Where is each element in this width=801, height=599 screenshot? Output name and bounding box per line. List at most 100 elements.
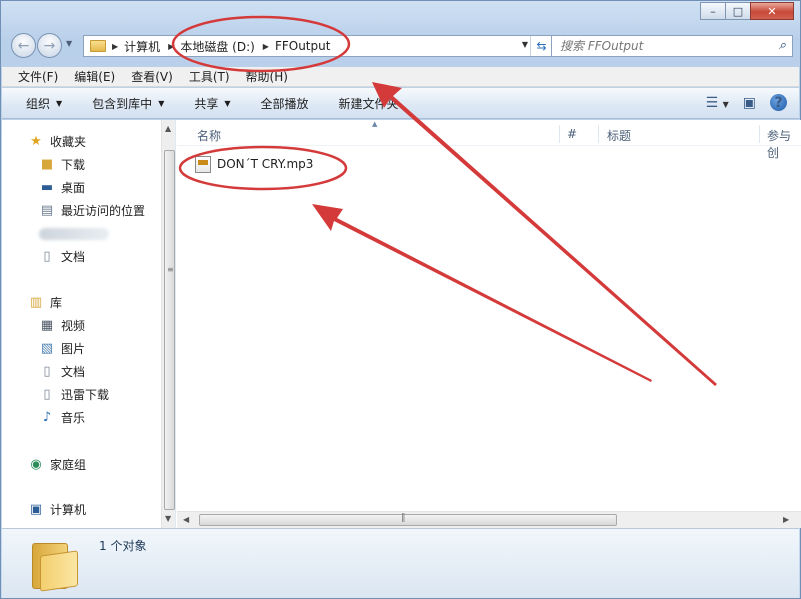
chevron-down-icon: ▼: [66, 39, 73, 48]
nav-libraries-label: 库: [50, 295, 63, 310]
nav-libraries[interactable]: ▥ 库: [28, 292, 62, 312]
organize-button[interactable]: 组织 ▼: [26, 95, 62, 112]
nav-favorites-label: 收藏夹: [50, 134, 87, 149]
refresh-icon: ⇆: [536, 39, 547, 53]
menu-help[interactable]: 帮助(H): [246, 68, 288, 85]
menu-view[interactable]: 查看(V): [131, 68, 173, 85]
chevron-right-icon[interactable]: ▶: [168, 42, 174, 51]
nav-documents[interactable]: ▯ 文档: [39, 361, 85, 381]
back-button[interactable]: ←: [11, 33, 36, 58]
help-icon: ?: [774, 94, 783, 111]
nav-homegroup[interactable]: ◉ 家庭组: [28, 454, 86, 474]
nav-computer[interactable]: ▣ 计算机: [28, 499, 86, 519]
nav-pane-scrollbar[interactable]: ▲ ≡ ▼: [161, 120, 175, 528]
column-number[interactable]: #: [567, 127, 577, 141]
explorer-window: – □ ✕ ← → ▼ ▶ 计算机 ▶ 本地磁盘 (D:) ▶ FFOutput…: [0, 0, 801, 599]
forward-button[interactable]: →: [37, 33, 62, 58]
nav-videos[interactable]: ▦ 视频: [39, 315, 85, 335]
details-pane: 1 个对象: [2, 528, 799, 598]
scroll-down-icon[interactable]: ▼: [165, 514, 171, 523]
address-bar[interactable]: ▶ 计算机 ▶ 本地磁盘 (D:) ▶ FFOutput ▼ ⇆: [83, 35, 553, 57]
play-all-button[interactable]: 全部播放: [261, 95, 309, 112]
column-header-row: ▲ 名称 # 标题 参与创: [177, 120, 801, 160]
view-list-icon: ☰: [705, 94, 719, 111]
scroll-up-icon[interactable]: ▲: [165, 124, 171, 133]
nav-downloads[interactable]: ■ 下载: [39, 154, 85, 174]
column-name[interactable]: 名称: [197, 127, 221, 144]
preview-pane-button[interactable]: ▣: [743, 95, 756, 111]
search-input[interactable]: [560, 39, 760, 53]
minimize-icon: –: [710, 4, 716, 18]
help-button[interactable]: ?: [770, 94, 787, 111]
address-row: ← → ▼ ▶ 计算机 ▶ 本地磁盘 (D:) ▶ FFOutput ▼ ⇆ ⌕: [9, 31, 793, 59]
recent-pages-dropdown[interactable]: ▼: [66, 39, 72, 48]
chevron-right-icon[interactable]: ▶: [263, 42, 269, 51]
nav-documents-label: 文档: [61, 364, 86, 379]
close-button[interactable]: ✕: [750, 2, 794, 20]
column-contributing-artists[interactable]: 参与创: [767, 127, 801, 161]
chevron-down-icon: ▼: [722, 99, 729, 109]
arrow-right-icon: →: [43, 37, 56, 54]
library-icon: ▥: [29, 294, 43, 310]
scroll-grip-icon: ≡: [167, 265, 174, 274]
column-divider[interactable]: [559, 125, 560, 143]
file-row[interactable]: DON´T CRY.mp3: [195, 154, 313, 174]
computer-icon: ▣: [29, 501, 43, 517]
nav-favorites[interactable]: ★ 收藏夹: [28, 131, 86, 151]
column-divider[interactable]: [759, 125, 760, 143]
homegroup-icon: ◉: [30, 456, 42, 472]
nav-music-label: 音乐: [61, 410, 86, 425]
nav-blurred-item[interactable]: [39, 224, 109, 244]
scroll-left-icon[interactable]: ◀: [183, 515, 189, 524]
menu-edit[interactable]: 编辑(E): [74, 68, 115, 85]
sort-ascending-icon: ▲: [372, 120, 378, 128]
new-folder-label: 新建文件夹: [338, 96, 399, 111]
desktop-icon: ▬: [40, 179, 54, 195]
nav-documents-favorite[interactable]: ▯ 文档: [39, 246, 85, 266]
nav-recent-places[interactable]: ▤ 最近访问的位置: [39, 200, 145, 220]
nav-music[interactable]: ♪ 音乐: [39, 407, 85, 427]
music-note-icon: ♪: [42, 409, 52, 425]
nav-pictures[interactable]: ▧ 图片: [39, 338, 85, 358]
breadcrumb-computer[interactable]: 计算机: [124, 38, 160, 55]
nav-desktop[interactable]: ▬ 桌面: [39, 177, 85, 197]
nav-xunlei-downloads[interactable]: ▯ 迅雷下载: [39, 384, 109, 404]
command-bar: 组织 ▼ 包含到库中 ▼ 共享 ▼ 全部播放 新建文件夹 ☰ ▼ ▣ ?: [2, 88, 799, 119]
mp3-file-icon: [195, 155, 211, 173]
nav-computer-label: 计算机: [50, 502, 87, 517]
refresh-button[interactable]: ⇆: [530, 36, 552, 56]
nav-pictures-label: 图片: [61, 341, 86, 356]
scroll-right-icon[interactable]: ▶: [783, 515, 789, 524]
breadcrumb-local-disk[interactable]: 本地磁盘 (D:): [180, 38, 254, 55]
new-folder-button[interactable]: 新建文件夹: [339, 95, 399, 112]
address-history-dropdown[interactable]: ▼: [522, 40, 528, 49]
menu-tools[interactable]: 工具(T): [189, 68, 230, 85]
include-in-library-button[interactable]: 包含到库中 ▼: [92, 95, 164, 112]
picture-icon: ▧: [40, 340, 54, 356]
folder-icon: [90, 40, 106, 52]
folder-large-icon: [32, 537, 78, 592]
breadcrumb-ffoutput[interactable]: FFOutput: [275, 39, 331, 53]
navigation-pane: ★ 收藏夹 ■ 下载 ▬ 桌面 ▤ 最近访问的位置 ▯ 文档 ▥ 库 ▦ 视频 …: [2, 120, 176, 528]
search-box: ⌕: [551, 35, 793, 57]
play-all-label: 全部播放: [260, 96, 309, 111]
menu-file[interactable]: 文件(F): [18, 68, 58, 85]
download-folder-icon: ■: [40, 156, 54, 172]
search-icon[interactable]: ⌕: [779, 38, 786, 53]
view-options-button[interactable]: ☰ ▼: [706, 95, 729, 111]
document-icon: ▯: [43, 248, 51, 264]
include-in-library-label: 包含到库中: [92, 96, 153, 111]
maximize-button[interactable]: □: [725, 2, 751, 20]
scroll-grip-icon: ‖: [401, 513, 406, 523]
menu-bar: 文件(F) 编辑(E) 查看(V) 工具(T) 帮助(H): [2, 67, 799, 87]
file-list-pane: ▲ 名称 # 标题 参与创 DON´T CRY.mp3 ◀ ‖ ▶: [177, 120, 801, 528]
chevron-right-icon[interactable]: ▶: [112, 42, 118, 51]
nav-scroll-thumb[interactable]: [164, 150, 175, 510]
share-button[interactable]: 共享 ▼: [194, 95, 230, 112]
view-controls: ☰ ▼ ▣ ?: [692, 94, 787, 111]
column-divider[interactable]: [598, 125, 599, 143]
h-scroll-thumb[interactable]: [199, 514, 617, 526]
minimize-button[interactable]: –: [700, 2, 726, 20]
column-title[interactable]: 标题: [607, 127, 631, 144]
file-pane-horizontal-scrollbar[interactable]: ◀ ‖ ▶: [177, 511, 801, 528]
